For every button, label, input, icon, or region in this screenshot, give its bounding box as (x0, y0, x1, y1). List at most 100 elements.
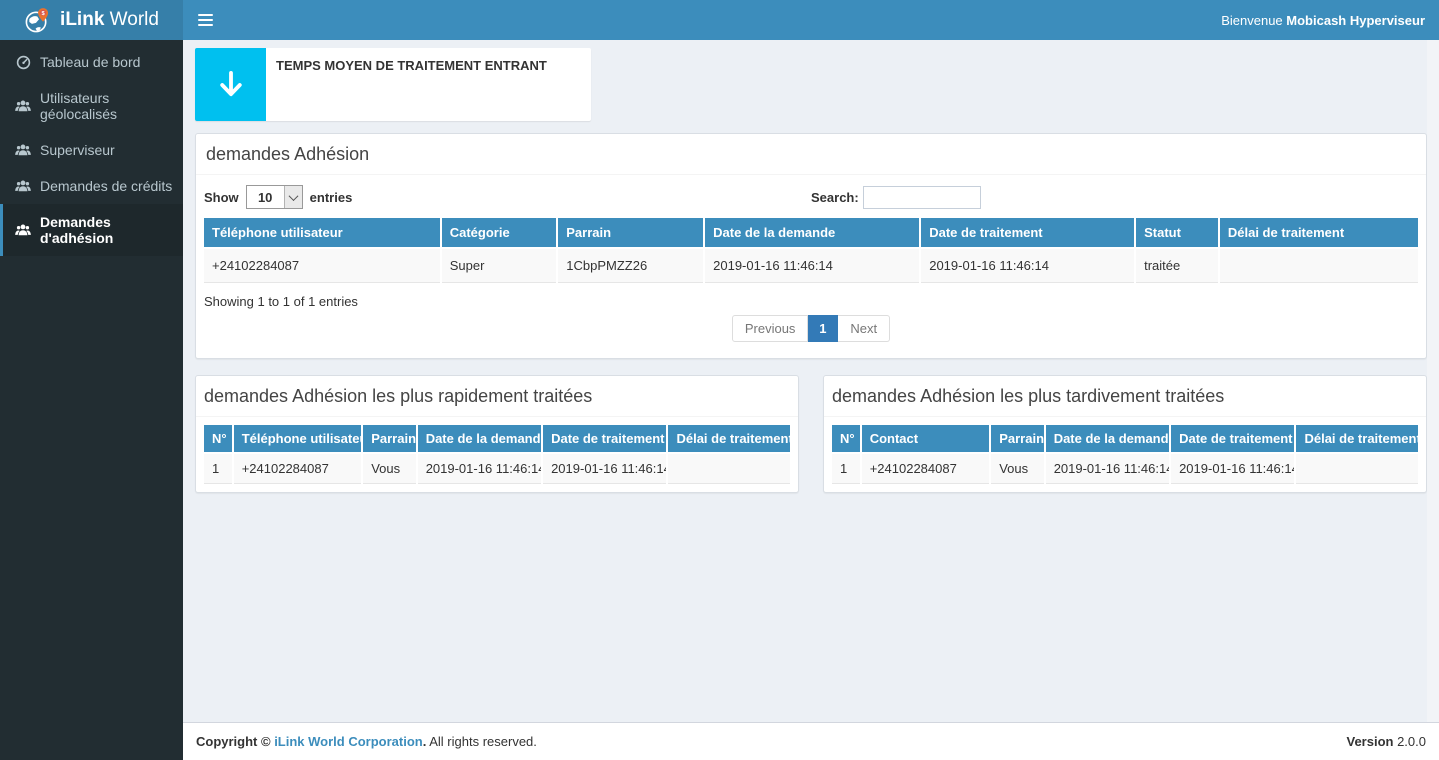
cell-delai (667, 453, 790, 484)
column-header[interactable]: Parrain (557, 218, 704, 248)
chevron-down-icon (284, 186, 302, 208)
company-link[interactable]: iLink World Corporation (274, 734, 423, 749)
cell-parrain: Vous (362, 453, 416, 484)
sidebar-item-demandes-d-adhesion[interactable]: Demandes d'adhésion (0, 204, 183, 256)
page-length-value: 10 (247, 186, 284, 208)
brand-logo[interactable]: $ iLink World (0, 0, 183, 40)
users-icon (15, 178, 31, 194)
column-header: Date de la demande (1045, 425, 1170, 453)
brand-text: iLink World (60, 9, 159, 31)
column-header[interactable]: Délai de traitement (1219, 218, 1418, 248)
column-header[interactable]: Téléphone utilisateur (204, 218, 441, 248)
sidebar-item-label: Tableau de bord (40, 54, 140, 70)
welcome-prefix: Bienvenue (1221, 13, 1286, 28)
sidebar: Tableau de bord Utilisateurs géolocalisé… (0, 40, 183, 760)
footer: Copyright © iLink World Corporation. All… (183, 722, 1439, 760)
column-header: Contact (861, 425, 991, 453)
page-length-select[interactable]: 10 (246, 185, 303, 209)
cell-numero: 1 (832, 453, 861, 484)
sidebar-item-label: Demandes d'adhésion (40, 214, 177, 246)
table-row: 1 +24102284087 Vous 2019-01-16 11:46:14 … (832, 453, 1418, 484)
panel-title: demandes Adhésion (206, 144, 369, 164)
column-header: N° (832, 425, 861, 453)
panel-title: demandes Adhésion les plus tardivement t… (832, 386, 1224, 406)
cell-date-demande: 2019-01-16 11:46:14 (704, 248, 920, 283)
content-area: TEMPS MOYEN DE TRAITEMENT ENTRANT demand… (183, 40, 1439, 722)
pagination-page-1-button[interactable]: 1 (808, 315, 838, 342)
column-header: Date de la demande (417, 425, 542, 453)
sidebar-item-tableau-de-bord[interactable]: Tableau de bord (0, 44, 183, 80)
cell-date-demande: 2019-01-16 11:46:14 (1045, 453, 1170, 484)
version-label: Version (1347, 734, 1394, 749)
column-header: N° (204, 425, 233, 453)
cell-categorie: Super (441, 248, 558, 283)
sidebar-item-label: Superviseur (40, 142, 115, 158)
sidebar-item-label: Utilisateurs géolocalisés (40, 90, 177, 122)
version-value: 2.0.0 (1393, 734, 1426, 749)
welcome-message: Bienvenue Mobicash Hyperviseur (1221, 13, 1439, 28)
rights-text: All rights reserved. (426, 734, 537, 749)
welcome-user: Mobicash Hyperviseur (1286, 13, 1425, 28)
info-box-icon (195, 48, 266, 121)
sidebar-toggle-button[interactable] (183, 0, 227, 40)
cell-date-traitement: 2019-01-16 11:46:14 (920, 248, 1135, 283)
cell-statut: traitée (1135, 248, 1219, 283)
top-navbar: $ iLink World Bienvenue Mobicash Hypervi… (0, 0, 1439, 40)
brand-regular: World (104, 9, 159, 30)
cell-delai (1219, 248, 1418, 283)
cell-parrain: Vous (990, 453, 1044, 484)
table-row: +24102284087 Super 1CbpPMZZ26 2019-01-16… (204, 248, 1418, 283)
column-header: Délai de traitement (1295, 425, 1418, 453)
users-icon (15, 142, 31, 158)
gauge-icon (15, 54, 31, 70)
panel-demandes-adhesion: demandes Adhésion Show 10 entries Search… (195, 133, 1427, 359)
column-header: Délai de traitement (667, 425, 790, 453)
rapidement-traitees-table: N° Téléphone utilisateur Parrain Date de… (204, 425, 790, 484)
info-box-temps-moyen: TEMPS MOYEN DE TRAITEMENT ENTRANT (195, 48, 591, 121)
cell-parrain: 1CbpPMZZ26 (557, 248, 704, 283)
cell-delai (1295, 453, 1418, 484)
pagination-next-button[interactable]: Next (838, 315, 890, 342)
info-box-title: TEMPS MOYEN DE TRAITEMENT ENTRANT (276, 58, 547, 73)
sidebar-item-demandes-de-credits[interactable]: Demandes de crédits (0, 168, 183, 204)
cell-date-demande: 2019-01-16 11:46:14 (417, 453, 542, 484)
copyright-prefix: Copyright © (196, 734, 274, 749)
table-info-text: Showing 1 to 1 of 1 entries (204, 294, 1418, 309)
brand-bold: iLink (60, 9, 104, 30)
column-header: Date de traitement (1170, 425, 1295, 453)
column-header: Date de traitement (542, 425, 667, 453)
panel-rapidement-traitees: demandes Adhésion les plus rapidement tr… (195, 375, 799, 493)
cell-contact: +24102284087 (861, 453, 991, 484)
sidebar-item-label: Demandes de crédits (40, 178, 172, 194)
search-control: Search: (811, 185, 1418, 209)
tardivement-traitees-table: N° Contact Parrain Date de la demande Da… (832, 425, 1418, 484)
cell-date-traitement: 2019-01-16 11:46:14 (1170, 453, 1295, 484)
column-header[interactable]: Date de traitement (920, 218, 1135, 248)
cell-telephone: +24102284087 (233, 453, 363, 484)
table-row: 1 +24102284087 Vous 2019-01-16 11:46:14 … (204, 453, 790, 484)
version-text: Version 2.0.0 (1347, 734, 1427, 749)
pagination-previous-button[interactable]: Previous (732, 315, 809, 342)
column-header[interactable]: Catégorie (441, 218, 558, 248)
cell-date-traitement: 2019-01-16 11:46:14 (542, 453, 667, 484)
column-header[interactable]: Statut (1135, 218, 1219, 248)
column-header: Parrain (990, 425, 1044, 453)
sidebar-item-superviseur[interactable]: Superviseur (0, 132, 183, 168)
demandes-adhesion-table: Téléphone utilisateur Catégorie Parrain … (204, 218, 1418, 283)
show-label: Show (204, 190, 239, 205)
copyright-text: Copyright © iLink World Corporation. All… (196, 734, 537, 749)
column-header: Téléphone utilisateur (233, 425, 363, 453)
cell-numero: 1 (204, 453, 233, 484)
sidebar-item-utilisateurs-geolocalises[interactable]: Utilisateurs géolocalisés (0, 80, 183, 132)
column-header[interactable]: Date de la demande (704, 218, 920, 248)
search-input[interactable] (863, 186, 981, 209)
column-header: Parrain (362, 425, 416, 453)
scrollbar-track[interactable] (1427, 40, 1439, 722)
arrow-down-icon (214, 68, 248, 102)
users-icon (15, 222, 31, 238)
entries-label: entries (310, 190, 353, 205)
cell-telephone: +24102284087 (204, 248, 441, 283)
search-label: Search: (811, 190, 859, 205)
page-length-control: Show 10 entries (204, 185, 811, 209)
sidebar-menu: Tableau de bord Utilisateurs géolocalisé… (0, 40, 183, 256)
